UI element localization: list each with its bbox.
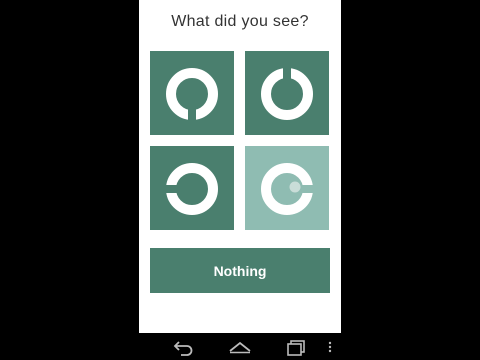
- recents-icon[interactable]: [285, 338, 307, 356]
- back-icon[interactable]: [172, 338, 194, 356]
- ring-gap-top-icon: [245, 51, 329, 135]
- ring-gap-left-icon: [150, 146, 234, 230]
- ring-gap-right-dot-icon: [245, 146, 329, 230]
- ring-gap-bottom-icon: [150, 51, 234, 135]
- option-tile-1[interactable]: [150, 51, 234, 135]
- app-screen: What did you see? Nothing: [139, 0, 341, 333]
- question-title: What did you see?: [171, 13, 309, 30]
- option-tile-4[interactable]: [245, 146, 329, 230]
- nothing-button[interactable]: Nothing: [150, 248, 330, 293]
- option-tile-2[interactable]: [245, 51, 329, 135]
- menu-icon[interactable]: [327, 338, 333, 356]
- android-nav-bar: [139, 333, 341, 360]
- option-tile-3[interactable]: [150, 146, 234, 230]
- touch-dot: [289, 181, 301, 193]
- home-icon[interactable]: [228, 338, 252, 356]
